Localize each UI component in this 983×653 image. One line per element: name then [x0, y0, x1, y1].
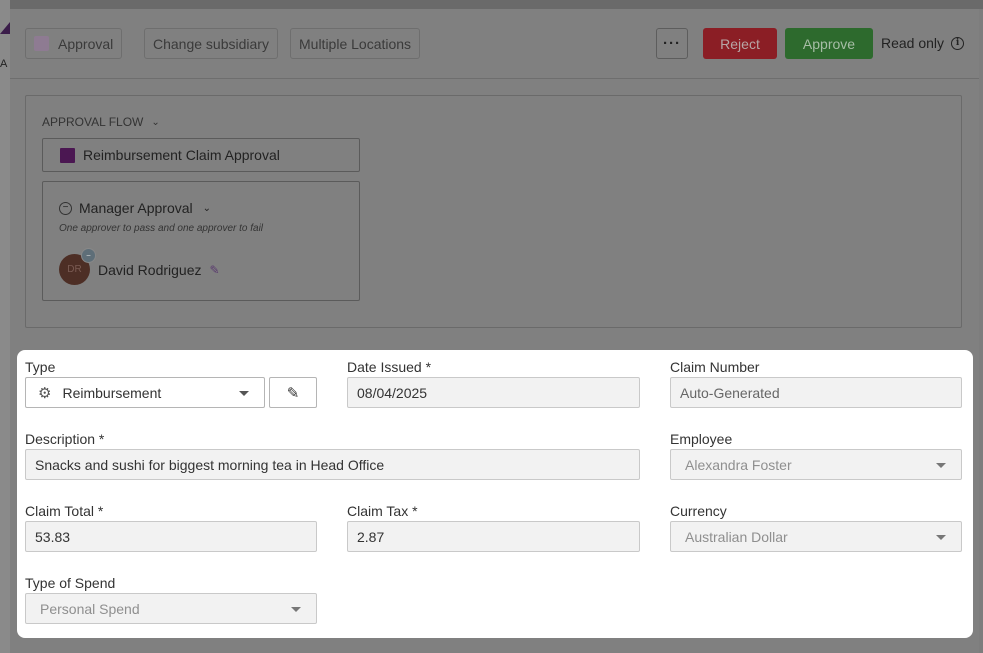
claim-tax-field[interactable]: 2.87 [347, 521, 640, 552]
currency-value: Australian Dollar [685, 528, 788, 545]
background-left-strip [0, 0, 10, 653]
claim-form: Type ⚙ Reimbursement ✎ Date Issued * 08/… [17, 350, 973, 638]
info-icon[interactable]: i [951, 36, 965, 50]
approval-flow-toggle[interactable]: APPROVAL FLOW ⌄ [42, 115, 160, 129]
approval-stage-card: − Manager Approval ⌄ One approver to pas… [42, 181, 360, 301]
avatar: DR − [59, 248, 96, 285]
approve-button[interactable]: Approve [785, 28, 873, 59]
approval-flow-name: Reimbursement Claim Approval [42, 138, 360, 172]
status-chip-label: Approval [58, 35, 114, 52]
approver-name: David Rodriguez [98, 261, 202, 278]
type-label: Type [25, 359, 56, 375]
background-letter: A [0, 58, 8, 70]
date-issued-label: Date Issued * [347, 359, 432, 375]
description-field[interactable]: Snacks and sushi for biggest morning tea… [25, 449, 640, 480]
more-options-button[interactable]: ··· [656, 28, 688, 59]
claim-number-label: Claim Number [670, 359, 760, 375]
type-of-spend-select: Personal Spend [25, 593, 317, 624]
read-only-label: Read only [881, 35, 945, 51]
chevron-down-icon: ⌄ [151, 116, 160, 128]
date-issued-field[interactable]: 08/04/2025 [347, 377, 640, 408]
employee-value: Alexandra Foster [685, 456, 792, 473]
status-chip: Approval [25, 28, 123, 59]
multiple-locations-button[interactable]: Multiple Locations [290, 28, 421, 59]
claim-tax-label: Claim Tax * [347, 503, 418, 519]
claim-number-field: Auto-Generated [670, 377, 962, 408]
stage-name: Manager Approval [79, 200, 193, 216]
gear-icon: ⚙ [38, 384, 52, 402]
edit-type-button[interactable]: ✎ [269, 377, 317, 408]
approval-flow-label: APPROVAL FLOW [42, 115, 144, 129]
stage-rule-note: One approver to pass and one approver to… [59, 223, 264, 234]
employee-select: Alexandra Foster [670, 449, 962, 480]
toolbar: Approval Change subsidiary Multiple Loca… [10, 9, 979, 79]
chevron-down-icon [291, 607, 301, 612]
approval-flow-panel: APPROVAL FLOW ⌄ Reimbursement Claim Appr… [25, 95, 962, 328]
background-top-strip [0, 0, 983, 9]
description-label: Description * [25, 431, 105, 447]
currency-select: Australian Dollar [670, 521, 962, 552]
change-subsidiary-button[interactable]: Change subsidiary [144, 28, 278, 59]
chevron-down-icon [239, 391, 249, 396]
reject-button[interactable]: Reject [703, 28, 777, 59]
stage-header[interactable]: − Manager Approval ⌄ [59, 200, 211, 216]
chevron-down-icon [936, 463, 946, 468]
type-value: Reimbursement [62, 384, 162, 401]
avatar-initials: DR [67, 264, 82, 275]
chevron-down-icon [936, 535, 946, 540]
minus-circle-icon: − [59, 201, 72, 215]
approver-status-icon: − [81, 248, 96, 263]
type-of-spend-label: Type of Spend [25, 575, 116, 591]
claim-total-label: Claim Total * [25, 503, 104, 519]
pencil-icon: ✎ [286, 384, 300, 402]
type-select[interactable]: ⚙ Reimbursement [25, 377, 265, 408]
chevron-down-icon: ⌄ [202, 202, 212, 214]
flow-color-swatch [60, 147, 75, 163]
currency-label: Currency [670, 503, 727, 519]
claim-total-field[interactable]: 53.83 [25, 521, 317, 552]
employee-label: Employee [670, 431, 733, 447]
read-only-indicator: Read only i [881, 35, 965, 51]
flow-name-label: Reimbursement Claim Approval [83, 147, 280, 163]
ellipsis-icon: ··· [663, 35, 681, 52]
approver-row: DR − David Rodriguez ✎ [59, 248, 220, 285]
status-color-swatch [34, 36, 49, 51]
edit-icon[interactable]: ✎ [210, 263, 220, 277]
type-of-spend-value: Personal Spend [40, 600, 140, 617]
